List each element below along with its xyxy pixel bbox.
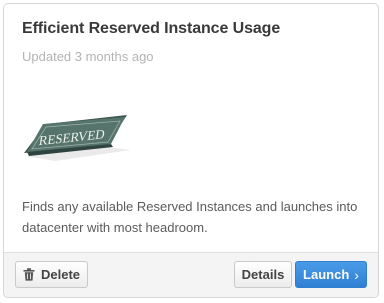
blueprint-card: Efficient Reserved Instance Usage Update… — [3, 3, 379, 298]
reserved-sign-image: RESERVED — [24, 115, 131, 161]
details-button[interactable]: Details — [234, 261, 292, 288]
card-title: Efficient Reserved Instance Usage — [22, 20, 281, 37]
details-label: Details — [241, 267, 285, 282]
launch-label: Launch — [303, 267, 350, 282]
delete-button[interactable]: Delete — [15, 261, 88, 288]
updated-timestamp: Updated 3 months ago — [22, 49, 154, 64]
chevron-right-icon: › — [354, 266, 359, 283]
card-footer: Delete Details Launch › — [4, 252, 378, 297]
trash-icon — [23, 268, 35, 281]
launch-button[interactable]: Launch › — [295, 261, 367, 288]
delete-label: Delete — [40, 267, 81, 282]
card-description: Finds any available Reserved Instances a… — [22, 199, 358, 235]
